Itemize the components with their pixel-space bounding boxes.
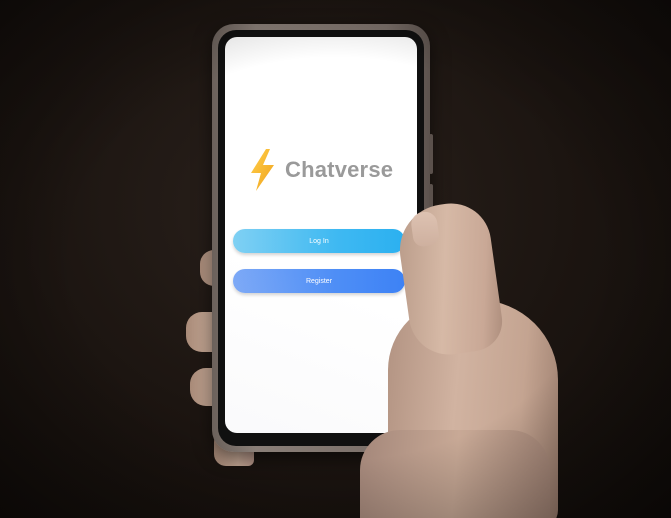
- wrist: [360, 430, 550, 518]
- photo-scene: Chatverse Log In Register: [0, 0, 671, 518]
- login-button[interactable]: Log In: [233, 229, 405, 253]
- phone-volume-button: [429, 134, 433, 174]
- lightning-bolt-icon: [251, 149, 274, 191]
- register-button[interactable]: Register: [233, 269, 405, 293]
- phone-power-button: [429, 184, 433, 208]
- app-logo: Chatverse: [247, 147, 407, 193]
- app-name: Chatverse: [285, 157, 394, 182]
